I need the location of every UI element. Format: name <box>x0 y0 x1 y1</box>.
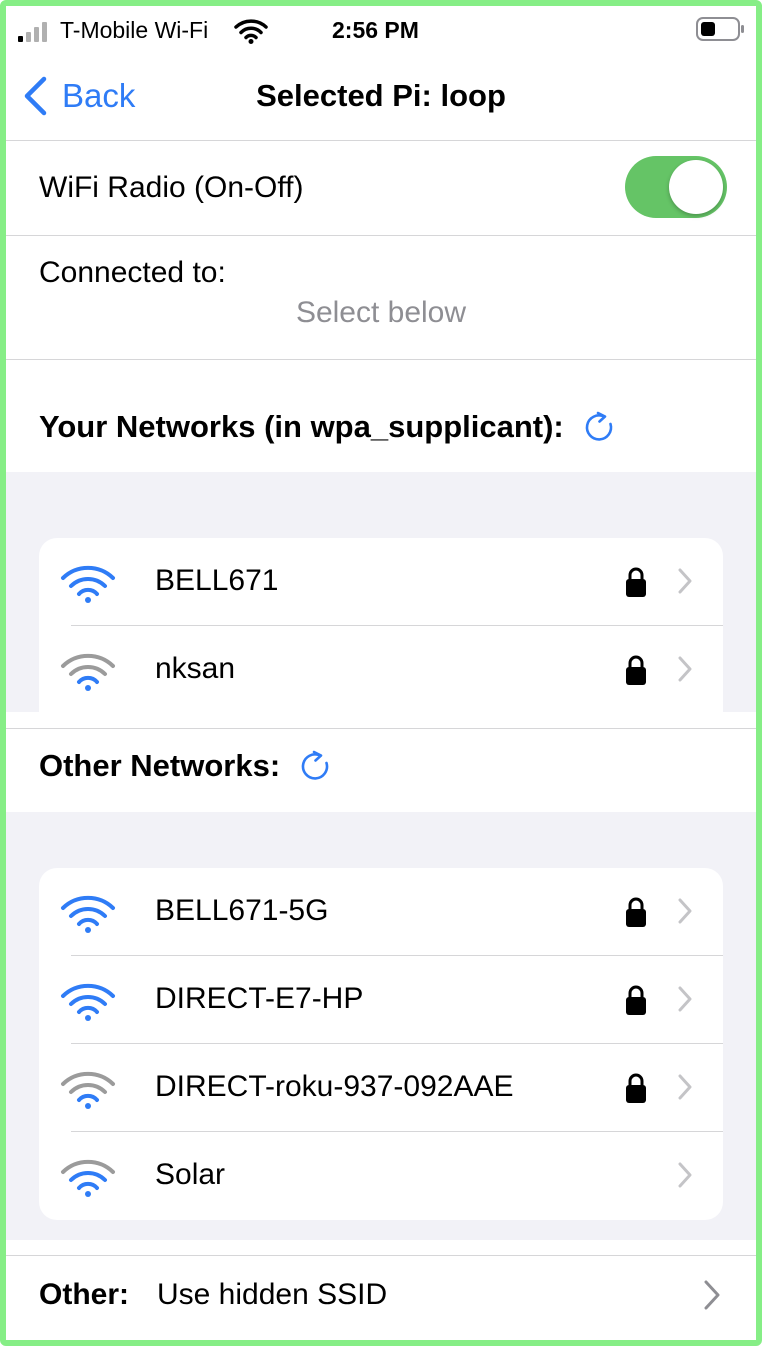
lock-icon <box>626 567 646 597</box>
wifi-signal-weak-icon <box>61 653 115 691</box>
chevron-right-icon <box>678 986 692 1012</box>
phone-screen: T-Mobile Wi-Fi 2:56 PM Back Selected Pi:… <box>0 0 762 1346</box>
your-networks-list: BELL671 nksan <box>39 538 723 712</box>
chevron-right-icon <box>678 656 692 682</box>
lock-icon <box>626 897 646 927</box>
refresh-icon[interactable] <box>582 410 616 444</box>
network-name: Solar <box>155 1158 226 1191</box>
page-title: Selected Pi: loop <box>256 78 506 113</box>
network-row[interactable]: DIRECT-roku-937-092AAE <box>39 1044 723 1132</box>
status-bar: T-Mobile Wi-Fi 2:56 PM <box>6 6 756 58</box>
wifi-signal-icon <box>61 983 115 1021</box>
hidden-ssid-row[interactable]: Other: Use hidden SSID <box>6 1256 756 1334</box>
network-name: BELL671 <box>155 564 279 597</box>
divider <box>6 235 756 236</box>
refresh-icon[interactable] <box>298 749 332 783</box>
lock-icon <box>626 1073 646 1103</box>
navigation-bar: Back Selected Pi: loop <box>6 58 756 140</box>
hidden-ssid-label: Use hidden SSID <box>157 1278 388 1311</box>
lock-icon <box>626 655 646 685</box>
network-row[interactable]: BELL671-5G <box>39 868 723 956</box>
your-networks-header: Your Networks (in wpa_supplicant): <box>39 409 616 445</box>
wifi-radio-row: WiFi Radio (On-Off) <box>6 141 756 235</box>
network-row[interactable]: DIRECT-E7-HP <box>39 956 723 1044</box>
chevron-right-icon <box>678 898 692 924</box>
connected-to-value: Select below <box>295 296 467 329</box>
wifi-radio-label: WiFi Radio (On-Off) <box>39 171 304 204</box>
wifi-signal-icon <box>61 565 115 603</box>
lock-icon <box>626 985 646 1015</box>
connected-to-label: Connected to: <box>39 256 226 289</box>
chevron-right-icon <box>678 568 692 594</box>
other-label: Other: <box>39 1278 129 1311</box>
network-row[interactable]: BELL671 <box>39 538 723 626</box>
wifi-signal-weak-icon <box>61 1071 115 1109</box>
chevron-right-icon <box>678 1074 692 1100</box>
network-row[interactable]: Solar <box>39 1132 723 1220</box>
carrier-name: T-Mobile Wi-Fi <box>60 17 209 43</box>
other-networks-list: BELL671-5G DIRECT-E7-HP DIRECT-roku-937-… <box>39 868 723 1220</box>
cell-signal-icon <box>18 22 47 42</box>
network-name: DIRECT-roku-937-092AAE <box>155 1070 514 1103</box>
network-row[interactable]: nksan <box>39 626 723 712</box>
wifi-signal-weak-icon <box>61 1159 115 1197</box>
network-name: BELL671-5G <box>155 894 329 927</box>
wifi-radio-toggle[interactable] <box>625 156 727 218</box>
toggle-knob <box>669 160 723 214</box>
wifi-signal-icon <box>61 895 115 933</box>
divider <box>6 728 756 729</box>
chevron-right-icon <box>678 1162 692 1188</box>
other-networks-title: Other Networks: <box>39 748 281 783</box>
network-name: nksan <box>155 652 236 685</box>
divider <box>6 359 756 360</box>
chevron-right-icon <box>704 1280 720 1310</box>
network-name: DIRECT-E7-HP <box>155 982 364 1015</box>
battery-icon <box>696 17 744 41</box>
your-networks-title: Your Networks (in wpa_supplicant): <box>39 409 564 444</box>
other-networks-header: Other Networks: <box>39 748 332 784</box>
wifi-icon <box>234 19 268 44</box>
status-time: 2:56 PM <box>332 17 419 43</box>
